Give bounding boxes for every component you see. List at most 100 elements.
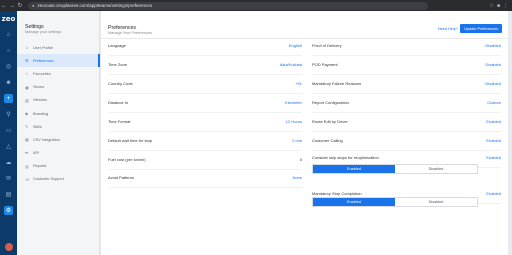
toggle-enabled[interactable]: Enabled <box>313 165 395 173</box>
row-label: Distance In <box>108 100 129 105</box>
sidebar-item-vehicles[interactable]: ▨ Vehicles <box>17 94 100 107</box>
row-value[interactable]: 2 min <box>292 138 302 143</box>
sidebar-item-label: Stores <box>33 85 44 90</box>
sidebar-item-csv-integration[interactable]: ▦ CSV Integration <box>17 133 100 146</box>
preference-row[interactable]: Country Code +91 <box>108 74 302 94</box>
route-icon[interactable]: ○ <box>4 46 13 55</box>
search-icon[interactable]: ⚲ <box>4 110 13 119</box>
row-value[interactable]: Enabled <box>486 138 501 143</box>
csv-icon: ▦ <box>25 137 29 143</box>
row-label: Proof of Delivery <box>312 43 342 48</box>
settings-icon[interactable]: ⚙ <box>4 206 13 215</box>
brand-icon: ◆ <box>25 111 29 117</box>
sidebar-item-label: User Profile <box>33 45 53 50</box>
zeo-logo[interactable]: zeo <box>2 15 16 23</box>
sidebar-item-skills[interactable]: ✎ Skills <box>17 120 100 133</box>
toggle-disabled[interactable]: Disabled <box>395 198 477 206</box>
back-icon[interactable]: ← <box>0 3 8 9</box>
sidebar-item-preferences[interactable]: ☰ Preferences <box>17 54 100 68</box>
preference-row[interactable]: Language English <box>108 36 302 56</box>
row-value[interactable]: Kilometer <box>285 100 302 105</box>
need-help-link[interactable]: Need Help? <box>438 27 458 31</box>
update-preferences-button[interactable]: Update Preferences <box>460 24 502 33</box>
row-value[interactable]: 0 <box>300 157 302 162</box>
sidebar-item-reports[interactable]: ▤ Reports <box>17 160 100 173</box>
globe-icon[interactable]: ◎ <box>4 62 13 71</box>
menu-icon[interactable]: ⋮ <box>503 3 508 9</box>
row-value[interactable]: English <box>289 43 302 48</box>
inbox-icon[interactable]: ▤ <box>4 190 13 199</box>
message-icon[interactable]: ✉ <box>4 174 13 183</box>
home-icon[interactable]: ⌂ <box>4 30 13 39</box>
address-bar[interactable]: ● zeoroute.zeoplanner.com/app/teams/sett… <box>28 1 428 10</box>
row-value[interactable]: Asia/Kolkata <box>280 62 302 67</box>
sidebar-item-label: Customer Support <box>33 177 64 182</box>
star-icon: ☆ <box>25 71 29 77</box>
sidebar-item-label: Preferences <box>33 58 54 63</box>
toggle-enabled[interactable]: Enabled <box>313 198 395 206</box>
cloud-icon[interactable]: ☁ <box>4 158 13 167</box>
row-value[interactable]: Disabled <box>485 81 501 86</box>
row-label: Default wait time for stop <box>108 138 153 143</box>
row-value[interactable]: Disabled <box>485 62 501 67</box>
row-label: Mandatory Stop Completion <box>312 191 362 196</box>
avatar[interactable] <box>4 243 13 251</box>
skills-icon: ✎ <box>25 124 29 130</box>
add-icon[interactable]: + <box>4 94 13 103</box>
reload-icon[interactable]: ↻ <box>16 2 24 9</box>
forward-icon[interactable]: → <box>8 3 16 9</box>
preference-row[interactable]: POD Payment Disabled <box>312 55 501 75</box>
preference-row[interactable]: Proof of Delivery Disabled <box>312 36 501 56</box>
row-label: Report Configuration <box>312 100 349 105</box>
row-label: Time Zone <box>108 62 127 67</box>
sidebar-item-branding[interactable]: ◆ Branding <box>17 107 100 120</box>
preference-row[interactable]: Report Configuration Custom <box>312 93 501 113</box>
row-label: Time Format <box>108 119 131 124</box>
extensions-icon[interactable]: ■ <box>497 3 500 9</box>
settings-sidebar: Settings Manage your settings ☺ User Prof… <box>17 11 100 255</box>
driver-icon[interactable]: ☻ <box>4 78 13 87</box>
preferences-panel: Preferences Manage Your Preferences Need… <box>101 11 508 255</box>
row-value[interactable]: Custom <box>487 100 501 105</box>
sidebar-item-favourites[interactable]: ☆ Favourites <box>17 67 100 80</box>
user-icon: ☺ <box>25 45 30 51</box>
preference-row[interactable]: Avoid Patterns None <box>108 168 302 188</box>
row-value[interactable]: +91 <box>295 81 302 86</box>
app-rail: zeo ⌂ ○ ◎ ☻ + ⚲ ▭ △ ☁ ✉ ▤ ⚙ <box>0 11 17 255</box>
row-label: Fuel cost (per km/mi) <box>108 157 146 162</box>
row-label: Language <box>108 43 126 48</box>
star-icon[interactable]: ☆ <box>489 3 493 9</box>
sidebar-item-label: CSV Integration <box>33 137 60 142</box>
row-value[interactable]: Disabled <box>485 43 501 48</box>
row-value[interactable]: Enabled <box>486 119 501 124</box>
mandatory-stop-toggle[interactable]: Enabled Disabled <box>312 197 478 207</box>
sidebar-item-label: API <box>33 151 40 156</box>
card-icon[interactable]: ▭ <box>4 126 13 135</box>
page-subtitle: Manage Your Preferences <box>108 31 152 35</box>
toggle-disabled[interactable]: Disabled <box>395 165 477 173</box>
preference-row[interactable]: Time Format 12 Hours <box>108 112 302 132</box>
preference-row[interactable]: Mandatory Failure Reasons Disabled <box>312 74 501 94</box>
sidebar-item-stores[interactable]: ▣ Stores <box>17 81 100 94</box>
row-value[interactable]: None <box>292 175 302 180</box>
support-icon: ☏ <box>25 176 31 182</box>
row-label: Route Edit by Driver <box>312 119 348 124</box>
row-label: Country Code <box>108 81 133 86</box>
preference-row[interactable]: Distance In Kilometer <box>108 93 302 113</box>
report-icon: ▤ <box>25 163 29 169</box>
row-label: Consider skip stops for reoptimization <box>312 155 379 160</box>
sidebar-item-customer-support[interactable]: ☏ Customer Support <box>17 173 100 186</box>
map-icon[interactable]: △ <box>4 142 13 151</box>
row-value: Enabled <box>486 191 501 196</box>
sidebar-item-label: Reports <box>33 164 47 169</box>
preference-row[interactable]: Fuel cost (per km/mi) 0 <box>108 150 302 170</box>
preference-row[interactable]: Route Edit by Driver Enabled <box>312 112 501 132</box>
row-value[interactable]: 12 Hours <box>286 119 302 124</box>
preference-row[interactable]: Time Zone Asia/Kolkata <box>108 55 302 75</box>
sidebar-item-api[interactable]: ⎃ API <box>17 147 100 160</box>
preference-row[interactable]: Default wait time for stop 2 min <box>108 131 302 151</box>
sidebar-item-user-profile[interactable]: ☺ User Profile <box>17 41 100 54</box>
store-icon: ▣ <box>25 84 29 90</box>
consider-skip-toggle[interactable]: Enabled Disabled <box>312 164 478 174</box>
browser-toolbar: ← → ↻ ● zeoroute.zeoplanner.com/app/team… <box>0 0 512 11</box>
